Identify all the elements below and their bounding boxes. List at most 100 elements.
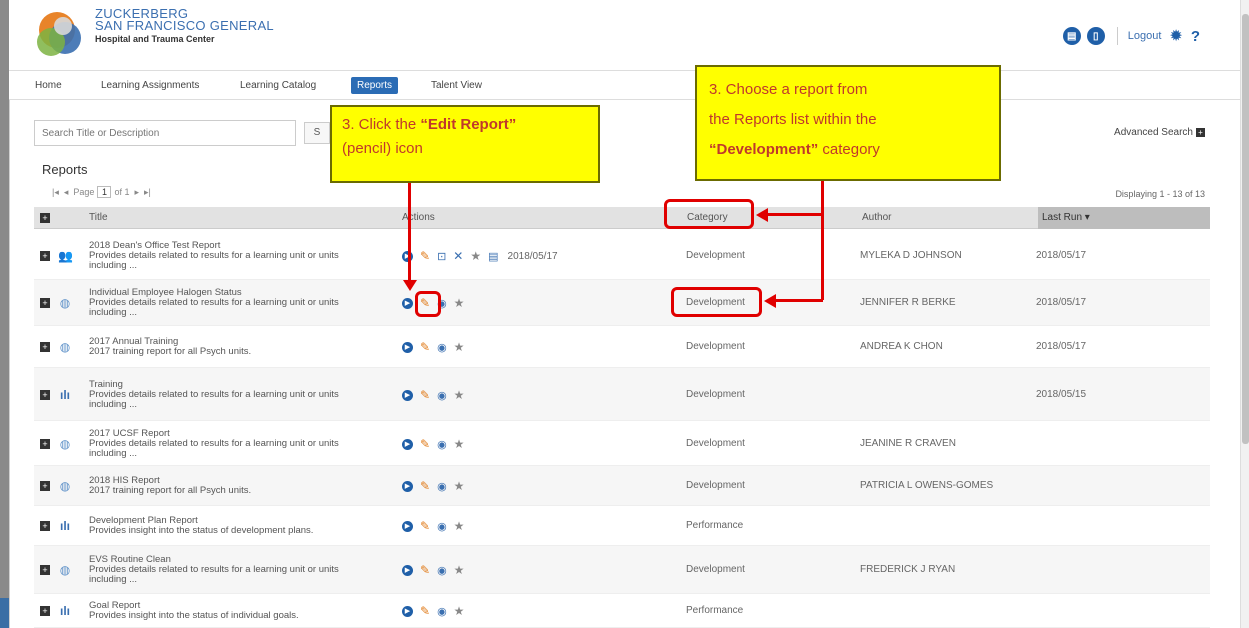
pager-of-label: of 1 xyxy=(114,187,130,197)
pencil-arrow-line xyxy=(408,183,411,283)
scrollbar-thumb[interactable] xyxy=(1242,14,1249,444)
first-page-icon[interactable]: |◂ xyxy=(52,187,59,198)
table-row[interactable]: + ılı Training Provides details related to … xyxy=(34,368,1210,421)
nav-home[interactable]: Home xyxy=(29,77,68,94)
nav-talent-view[interactable]: Talent View xyxy=(425,77,488,94)
last-page-icon[interactable]: ▸| xyxy=(144,187,151,198)
edit-report-pencil-icon[interactable]: ✎ xyxy=(420,437,430,451)
table-row[interactable]: + ◍ 2017 Annual Training 2017 training repo… xyxy=(34,326,1210,368)
favorite-icon[interactable]: ★ xyxy=(454,340,465,354)
clipboard-icon[interactable]: ▤ xyxy=(1062,27,1081,45)
export-icon[interactable]: ▤ xyxy=(488,250,498,263)
expand-row-icon[interactable]: + xyxy=(40,565,50,575)
expand-row-icon[interactable]: + xyxy=(40,521,50,531)
help-icon[interactable]: ? xyxy=(1191,28,1200,45)
table-row[interactable]: + 👥 2018 Dean's Office Test Report Provides… xyxy=(34,232,1210,280)
edit-report-pencil-icon[interactable]: ✎ xyxy=(420,519,430,533)
expand-row-icon[interactable]: + xyxy=(40,298,50,308)
edit-report-pencil-icon[interactable]: ✎ xyxy=(420,340,430,354)
last-run-cell: 2018/05/17 xyxy=(1036,297,1087,308)
author-cell: FREDERICK J RYAN xyxy=(860,564,956,575)
globe-icon: ◍ xyxy=(59,479,71,493)
view-icon[interactable]: ◉ xyxy=(437,564,447,577)
run-report-icon[interactable]: ▶ xyxy=(402,438,413,450)
nav-reports[interactable]: Reports xyxy=(351,77,399,94)
advanced-search-label[interactable]: Advanced Search xyxy=(1114,127,1193,138)
logout-link[interactable]: Logout xyxy=(1128,30,1162,42)
report-title-cell: 2018 Dean's Office Test Report Provides d… xyxy=(89,241,379,271)
favorite-icon[interactable]: ★ xyxy=(454,563,465,577)
column-author[interactable]: Author xyxy=(862,212,891,223)
run-report-icon[interactable]: ▶ xyxy=(402,520,413,532)
report-description-more: including ... xyxy=(89,399,138,410)
run-report-icon[interactable]: ▶ xyxy=(402,341,413,353)
view-icon[interactable]: ◉ xyxy=(437,341,447,354)
column-last-run[interactable]: Last Run ▾ xyxy=(1038,207,1210,229)
edit-report-pencil-icon[interactable]: ✎ xyxy=(420,563,430,577)
view-icon[interactable]: ◉ xyxy=(437,520,447,533)
table-row[interactable]: + ◍ 2017 UCSF Report Provides details relat… xyxy=(34,421,1210,466)
displaying-count: Displaying 1 - 13 of 13 xyxy=(1115,189,1205,199)
table-row[interactable]: + ılı Goal Report Provides insight into the… xyxy=(34,594,1210,628)
author-cell: JEANINE R CRAVEN xyxy=(860,438,956,449)
row-actions: ▶ ✎ ◉ ★ xyxy=(402,437,471,451)
favorite-icon[interactable]: ★ xyxy=(454,519,465,533)
edit-report-pencil-icon[interactable]: ✎ xyxy=(420,388,430,402)
advanced-search-link[interactable]: Advanced Search + xyxy=(1114,127,1205,138)
favorite-icon[interactable]: ★ xyxy=(454,604,465,618)
view-icon[interactable]: ◉ xyxy=(437,605,447,618)
category-cell: Development xyxy=(686,564,745,575)
run-report-icon[interactable]: ▶ xyxy=(402,605,413,617)
view-icon[interactable]: ◉ xyxy=(437,389,447,402)
document-icon[interactable]: ▯ xyxy=(1086,27,1105,45)
expand-row-icon[interactable]: + xyxy=(40,251,50,261)
delete-icon[interactable]: ✕ xyxy=(453,249,463,263)
edit-report-pencil-icon[interactable]: ✎ xyxy=(420,249,430,263)
view-icon[interactable]: ◉ xyxy=(437,438,447,451)
page-number-input[interactable]: 1 xyxy=(97,186,112,198)
favorite-icon[interactable]: ★ xyxy=(454,388,465,402)
header-actions: ▤ ▯ Logout ✹ ? xyxy=(1057,26,1200,46)
search-input[interactable] xyxy=(34,120,296,146)
expand-row-icon[interactable]: + xyxy=(40,342,50,352)
favorite-icon[interactable]: ★ xyxy=(454,437,465,451)
run-report-icon[interactable]: ▶ xyxy=(402,389,413,401)
view-icon[interactable]: ◉ xyxy=(437,480,447,493)
pagination: |◂ ◂ Page 1 of 1 ▸ ▸| xyxy=(52,186,151,198)
run-report-icon[interactable]: ▶ xyxy=(402,480,413,492)
search-button[interactable]: S xyxy=(304,122,330,144)
gear-icon[interactable]: ✹ xyxy=(1169,26,1182,46)
favorite-icon[interactable]: ★ xyxy=(454,296,465,310)
expand-row-icon[interactable]: + xyxy=(40,481,50,491)
row-actions: ▶ ✎ ◉ ★ xyxy=(402,388,471,402)
expand-row-icon[interactable]: + xyxy=(40,606,50,616)
favorite-icon[interactable]: ★ xyxy=(470,249,481,263)
table-row[interactable]: + ılı Development Plan Report Provides insi… xyxy=(34,506,1210,546)
column-title[interactable]: Title xyxy=(89,212,108,223)
expand-row-icon[interactable]: + xyxy=(40,439,50,449)
row-actions: ▶ ✎ ◉ ★ xyxy=(402,340,471,354)
nav-learning-assignments[interactable]: Learning Assignments xyxy=(95,77,205,94)
prev-page-icon[interactable]: ◂ xyxy=(64,187,69,198)
edit-report-pencil-icon[interactable]: ✎ xyxy=(420,604,430,618)
choose-callout-line1: 3. Choose a report from xyxy=(709,81,868,98)
expand-row-icon[interactable]: + xyxy=(40,390,50,400)
choose-callout-line2: the Reports list within the xyxy=(709,111,877,128)
expand-all-icon[interactable]: + xyxy=(40,213,50,223)
run-report-icon[interactable]: ▶ xyxy=(402,297,413,309)
table-row[interactable]: + ◍ Individual Employee Halogen Status Prov… xyxy=(34,280,1210,326)
edit-report-pencil-icon[interactable]: ✎ xyxy=(420,479,430,493)
plus-box-icon[interactable]: + xyxy=(1196,127,1205,137)
report-title-cell: 2018 HIS Report 2017 training report for … xyxy=(89,476,379,496)
last-run-cell: 2018/05/15 xyxy=(1036,389,1087,400)
run-report-icon[interactable]: ▶ xyxy=(402,564,413,576)
favorite-icon[interactable]: ★ xyxy=(454,479,465,493)
nav-learning-catalog[interactable]: Learning Catalog xyxy=(234,77,322,94)
next-page-icon[interactable]: ▸ xyxy=(134,187,139,198)
vertical-scrollbar[interactable] xyxy=(1240,0,1249,628)
people-icon: 👥 xyxy=(58,249,73,263)
share-icon[interactable]: ⊡ xyxy=(437,250,446,263)
table-row[interactable]: + ◍ 2018 HIS Report 2017 training report fo… xyxy=(34,466,1210,506)
row-actions: ▶ ✎ ◉ ★ xyxy=(402,563,471,577)
table-row[interactable]: + ◍ EVS Routine Clean Provides details rela… xyxy=(34,546,1210,594)
